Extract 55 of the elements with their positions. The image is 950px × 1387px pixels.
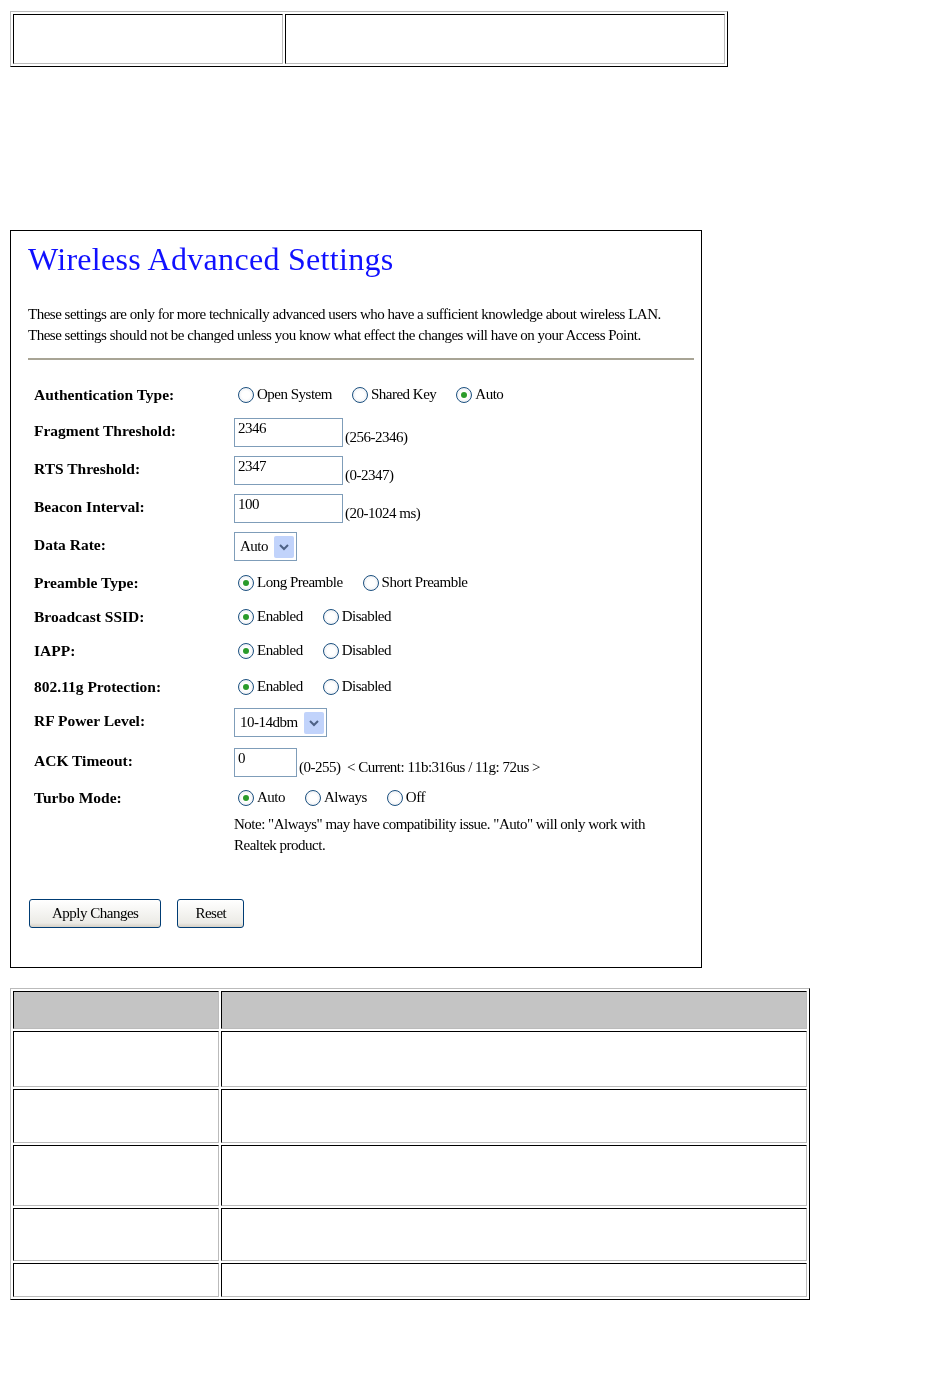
radio-button[interactable] — [322, 642, 339, 659]
text-field[interactable]: 2346 — [234, 418, 343, 447]
field-label: Preamble Type: — [33, 573, 140, 592]
radio-option[interactable]: Short Preamble — [358, 570, 468, 591]
radio-button[interactable] — [238, 789, 254, 806]
text-field[interactable]: 100 — [234, 494, 343, 523]
radio-option[interactable]: Long Preamble — [234, 570, 343, 591]
field-label: Data Rate: — [33, 535, 107, 554]
radio-option[interactable]: Enabled — [234, 674, 303, 695]
dropdown[interactable]: Auto — [234, 532, 297, 561]
field-label: RTS Threshold: — [33, 459, 142, 478]
radio-option[interactable]: Enabled — [234, 604, 303, 625]
intro-text: These settings are only for more technically advanced users who have a sufficient knowledge about wireless LAN. These settings should not be changed unless you know what effect the changes will have on your Access Point. — [28, 305, 662, 345]
field-label: ACK Timeout: — [33, 751, 134, 770]
radio-option[interactable]: Auto — [234, 785, 285, 806]
dropdown[interactable]: 10-14dbm — [234, 708, 327, 737]
radio-option[interactable]: Disabled — [318, 638, 391, 659]
radio-option[interactable]: Open System — [234, 382, 332, 403]
text-field[interactable]: 2347 — [234, 456, 343, 485]
radio-button[interactable] — [238, 574, 254, 591]
radio-option[interactable]: Always — [301, 785, 367, 806]
radio-button[interactable] — [456, 386, 473, 403]
radio-option[interactable]: Disabled — [318, 604, 391, 625]
radio-option[interactable]: Enabled — [234, 638, 303, 659]
radio-button[interactable] — [238, 678, 254, 695]
field-label: Fragment Threshold: — [33, 421, 177, 440]
radio-button[interactable] — [322, 678, 339, 695]
field-label: Turbo Mode: — [33, 788, 123, 807]
radio-button[interactable] — [386, 789, 403, 806]
text-field[interactable]: 0 — [234, 748, 297, 777]
radio-option[interactable]: Disabled — [318, 674, 391, 695]
field-label: RF Power Level: — [33, 711, 147, 730]
radio-button[interactable] — [322, 608, 339, 625]
apply-button[interactable]: Apply Changes — [29, 899, 162, 928]
radio-button[interactable] — [238, 608, 254, 625]
field-label: IAPP: — [33, 641, 77, 660]
radio-option[interactable]: Off — [382, 785, 425, 806]
range-hint: (256-2346) — [345, 428, 408, 446]
note-text: Note: "Always" may have compatibility issue. "Auto" will only work with Realtek product. — [234, 815, 647, 855]
radio-button[interactable] — [351, 386, 368, 403]
field-label: Authentication Type: — [33, 385, 176, 404]
radio-option[interactable]: Auto — [452, 382, 504, 403]
range-hint: (0-2347) — [345, 466, 394, 484]
field-label: Broadcast SSID: — [33, 607, 146, 626]
field-label: 802.11g Protection: — [33, 677, 163, 696]
radio-button[interactable] — [238, 642, 254, 659]
reset-button[interactable]: Reset — [177, 899, 245, 928]
radio-button[interactable] — [362, 574, 379, 591]
radio-button[interactable] — [238, 386, 254, 403]
range-hint: (0-255) < Current: 11b:316us / 11g: 72us > — [299, 758, 540, 776]
range-hint: (20-1024 ms) — [345, 504, 421, 522]
radio-option[interactable]: Shared Key — [347, 382, 437, 403]
radio-button[interactable] — [305, 789, 321, 806]
field-label: Beacon Interval: — [33, 497, 146, 516]
page-title: Wireless Advanced Settings — [28, 241, 395, 278]
